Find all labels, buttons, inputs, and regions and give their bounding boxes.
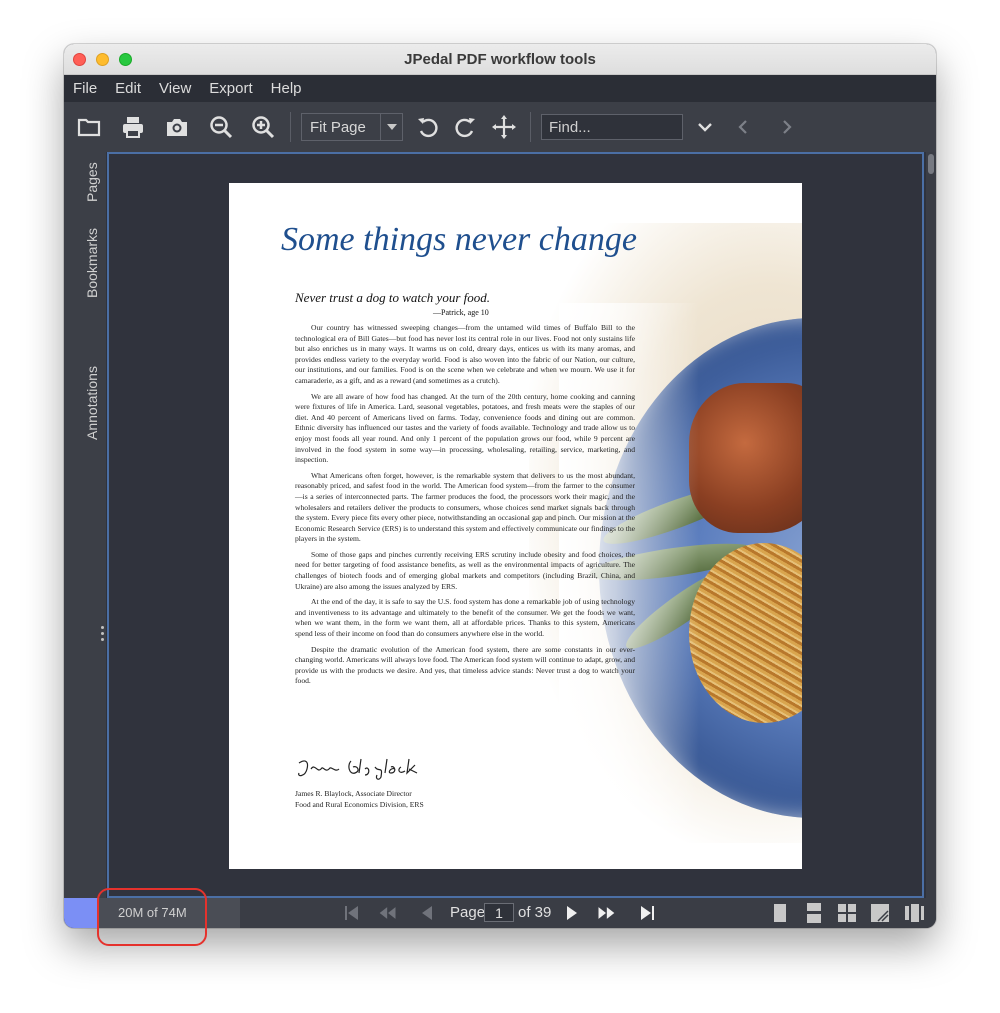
highlight-annotation xyxy=(97,888,207,946)
fast-forward-icon xyxy=(598,907,615,919)
rotate-right-button[interactable] xyxy=(450,112,480,142)
menu-edit[interactable]: Edit xyxy=(115,80,141,97)
last-page-button[interactable] xyxy=(637,904,657,922)
continuous-view-button[interactable] xyxy=(804,903,824,923)
menu-help[interactable]: Help xyxy=(271,80,302,97)
vertical-scrollbar[interactable] xyxy=(926,152,936,898)
signature xyxy=(298,758,418,780)
zoom-in-icon xyxy=(252,116,275,139)
current-page-input[interactable] xyxy=(484,903,514,922)
find-next-button[interactable] xyxy=(772,112,802,142)
status-accent xyxy=(64,898,98,928)
fast-back-icon xyxy=(379,907,396,919)
first-page-button[interactable] xyxy=(342,904,362,922)
facing-view-button[interactable] xyxy=(837,903,857,923)
next-page-icon xyxy=(567,906,577,920)
zoom-select[interactable]: Fit Page xyxy=(301,113,403,141)
page-photo-food xyxy=(689,383,802,533)
next-page-button[interactable] xyxy=(561,904,581,922)
single-page-icon xyxy=(774,904,786,922)
page-body: Our country has witnessed sweeping chang… xyxy=(295,323,635,692)
zoom-out-button[interactable] xyxy=(206,112,236,142)
print-icon xyxy=(123,117,143,138)
back-ten-pages-button[interactable] xyxy=(378,904,398,922)
last-page-icon xyxy=(641,906,654,920)
pdf-page: Some things never change Never trust a d… xyxy=(229,183,802,869)
find-previous-button[interactable] xyxy=(728,112,758,142)
scrollbar-thumb[interactable] xyxy=(928,154,934,174)
page-flow-view-button[interactable] xyxy=(870,903,890,923)
snapshot-button[interactable] xyxy=(162,112,192,142)
chevron-down-icon xyxy=(380,114,402,140)
body-paragraph: Some of those gaps and pinches currently… xyxy=(295,549,635,591)
pan-icon xyxy=(492,115,516,139)
signer-division: Food and Rural Economics Division, ERS xyxy=(295,800,424,809)
signer-name: James R. Blaylock, Associate Director xyxy=(295,789,412,798)
page-count: of 39 xyxy=(518,904,552,921)
first-page-icon xyxy=(345,906,358,920)
forward-ten-pages-button[interactable] xyxy=(596,904,616,922)
page-quote: Never trust a dog to watch your food. xyxy=(295,290,490,305)
chevron-left-icon xyxy=(738,120,747,134)
chevron-right-icon xyxy=(783,120,792,134)
snapshot-icon xyxy=(167,119,187,136)
app-window: JPedal PDF workflow tools File Edit View… xyxy=(64,44,936,928)
open-folder-icon xyxy=(77,118,101,137)
body-paragraph: We are all aware of how food has changed… xyxy=(295,391,635,465)
menu-view[interactable]: View xyxy=(159,80,191,97)
toolbar-separator xyxy=(530,112,531,142)
print-button[interactable] xyxy=(118,112,148,142)
side-tab-bar: Pages Bookmarks Annotations xyxy=(64,152,106,898)
page-flow-icon xyxy=(871,904,889,922)
pan-button[interactable] xyxy=(489,112,519,142)
body-paragraph: At the end of the day, it is safe to say… xyxy=(295,597,635,639)
rotate-left-icon xyxy=(418,118,438,138)
grid-pages-icon xyxy=(838,904,856,922)
document-viewport[interactable]: Some things never change Never trust a d… xyxy=(107,152,924,898)
body-paragraph: Despite the dramatic evolution of the Am… xyxy=(295,644,635,686)
menu-file[interactable]: File xyxy=(73,80,97,97)
page-flip-view-button[interactable] xyxy=(904,903,924,923)
tab-bookmarks[interactable]: Bookmarks xyxy=(84,228,100,298)
quote-attribution: —Patrick, age 10 xyxy=(433,308,489,317)
find-options-button[interactable] xyxy=(690,112,720,142)
menu-bar: File Edit View Export Help xyxy=(64,75,936,102)
title-bar: JPedal PDF workflow tools xyxy=(64,44,936,75)
body-paragraph: What Americans often forget, however, is… xyxy=(295,470,635,544)
body-paragraph: Our country has witnessed sweeping chang… xyxy=(295,323,635,385)
previous-page-button[interactable] xyxy=(418,904,438,922)
splitter-handle[interactable] xyxy=(101,626,105,644)
page-label: Page xyxy=(450,904,486,921)
page-heading: Some things never change xyxy=(281,221,637,258)
toolbar-separator xyxy=(290,112,291,142)
zoom-in-button[interactable] xyxy=(248,112,278,142)
chevron-down-icon xyxy=(698,123,712,132)
continuous-page-icon xyxy=(807,903,821,923)
tab-annotations[interactable]: Annotations xyxy=(84,366,100,440)
rotate-left-button[interactable] xyxy=(413,112,443,142)
open-file-button[interactable] xyxy=(74,112,104,142)
zoom-out-icon xyxy=(210,116,233,139)
page-flip-icon xyxy=(905,904,924,922)
window-title: JPedal PDF workflow tools xyxy=(404,51,596,68)
find-input[interactable] xyxy=(541,114,683,140)
single-page-view-button[interactable] xyxy=(770,903,790,923)
zoom-value: Fit Page xyxy=(310,118,366,136)
rotate-right-icon xyxy=(455,118,475,138)
menu-export[interactable]: Export xyxy=(209,80,252,97)
previous-page-icon xyxy=(422,906,432,920)
tab-pages[interactable]: Pages xyxy=(84,162,100,202)
toolbar: Fit Page xyxy=(64,102,936,152)
